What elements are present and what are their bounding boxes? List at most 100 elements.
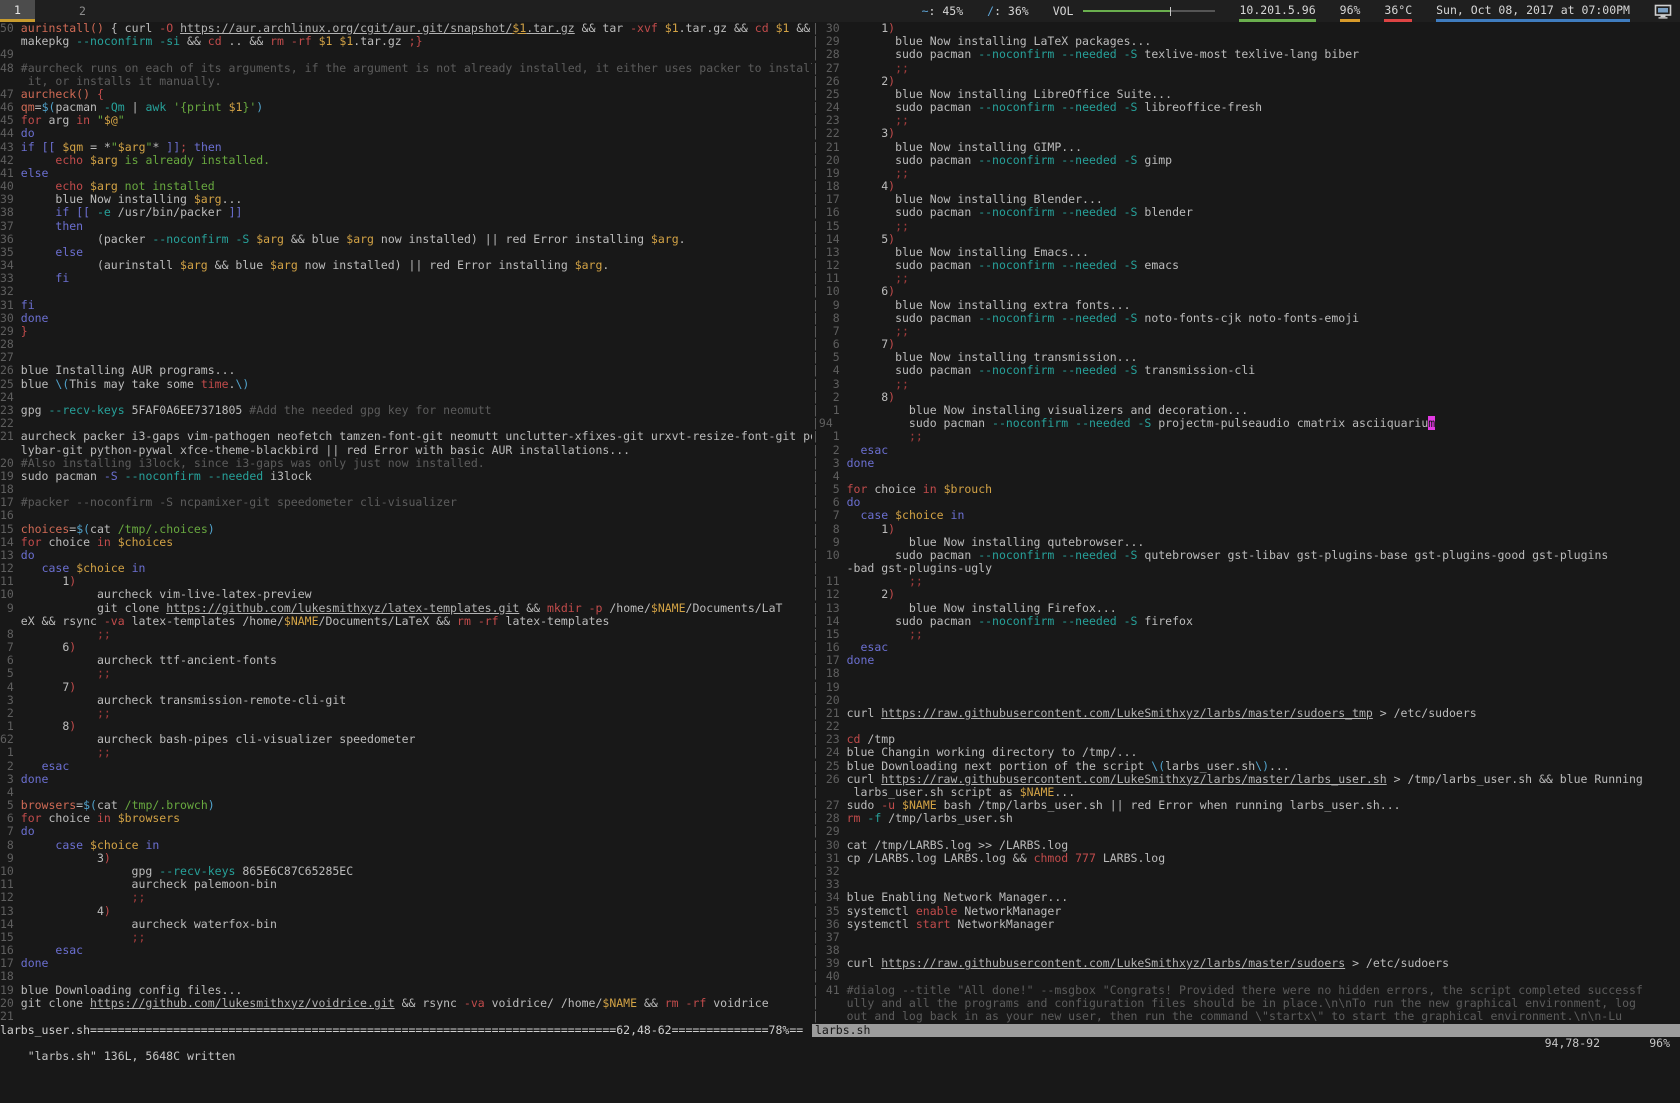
statusline-inactive-larbs-user[interactable]: larbs_user.sh===========================… (0, 1024, 812, 1037)
code-row[interactable]: 62 aurcheck bash-pipes cli-visualizer sp… (0, 733, 812, 746)
line-number: 17 (0, 956, 21, 970)
editor-pane-larbs[interactable]: | 30 1)| 29 blue Now installing LaTeX pa… (812, 22, 1680, 1024)
code-row[interactable]: 14 for choice in $choices (0, 536, 812, 549)
line-number: 10 (0, 587, 21, 601)
code-row[interactable]: | 22 (812, 720, 1680, 733)
code-row[interactable]: | 8 sudo pacman --noconfirm --needed -S … (812, 312, 1680, 325)
code-row[interactable]: 12 ;; (0, 891, 812, 904)
code-row[interactable]: | 27 ;; (812, 62, 1680, 75)
code-row[interactable]: | 19 ;; (812, 167, 1680, 180)
line-number: 38 (0, 205, 21, 219)
code-row[interactable]: 28 (0, 338, 812, 351)
code-row[interactable]: | 12 sudo pacman --noconfirm --needed -S… (812, 259, 1680, 272)
code-row[interactable]: | out and log back in as your new user, … (812, 1010, 1680, 1023)
code-row[interactable]: 12 case $choice in (0, 562, 812, 575)
code-row[interactable]: | 4 sudo pacman --noconfirm --needed -S … (812, 364, 1680, 377)
tray-monitor-icon[interactable] (1654, 0, 1672, 22)
code-row[interactable]: | 31 cp /LARBS.log LARBS.log && chmod 77… (812, 852, 1680, 865)
code-row[interactable]: 1 ;; (0, 746, 812, 759)
code-row[interactable]: 6 for choice in $browsers (0, 812, 812, 825)
line-number (0, 614, 21, 628)
ip-address: 10.201.5.96 (1239, 3, 1315, 17)
code-row[interactable]: 6 aurcheck ttf-ancient-fonts (0, 654, 812, 667)
code-row[interactable]: | 11 ;; (812, 272, 1680, 285)
code-row[interactable]: 17 #packer --noconfirm -S ncpamixer-git … (0, 496, 812, 509)
code-row[interactable]: | 3 ;; (812, 378, 1680, 391)
code-row[interactable]: | 37 (812, 931, 1680, 944)
code-row[interactable]: | 3 done (812, 457, 1680, 470)
line-number: 5 (0, 798, 21, 812)
code-row[interactable]: | 15 ;; (812, 628, 1680, 641)
line-number: 31 (0, 298, 21, 312)
code-row[interactable]: 42 echo $arg is already installed. (0, 154, 812, 167)
code-row[interactable]: | 28 rm -f /tmp/larbs_user.sh (812, 812, 1680, 825)
code-row[interactable]: | 1 ;; (812, 430, 1680, 443)
code-row[interactable]: | 20 sudo pacman --noconfirm --needed -S… (812, 154, 1680, 167)
code-row[interactable]: | 7 case $choice in (812, 509, 1680, 522)
code-row[interactable]: | 16 esac (812, 641, 1680, 654)
code-row[interactable]: 31 fi (0, 299, 812, 312)
code-row[interactable]: 19 sudo pacman -S --noconfirm --needed i… (0, 470, 812, 483)
volume-slider[interactable] (1083, 7, 1215, 16)
code-row[interactable]: | 5 for choice in $brouch (812, 483, 1680, 496)
code-row[interactable]: 15 ;; (0, 931, 812, 944)
statusline-active-larbs[interactable]: larbs.sh (812, 1024, 1680, 1037)
code-row[interactable]: 45 for arg in "$@" (0, 114, 812, 127)
code-row[interactable]: 2 esac (0, 760, 812, 773)
code-row[interactable]: 25 blue \(This may take some time.\) (0, 378, 812, 391)
code-row[interactable]: | 7 ;; (812, 325, 1680, 338)
statusline-filename: larbs.sh (815, 1023, 870, 1037)
line-number: 6 (0, 653, 21, 667)
code-row[interactable]: 16 esac (0, 944, 812, 957)
code-row[interactable]: 17 done (0, 957, 812, 970)
code-row[interactable]: 32 (0, 285, 812, 298)
code-row[interactable]: | 17 done (812, 654, 1680, 667)
workspace-button-2[interactable]: 2 (65, 0, 100, 22)
line-number: | 20 (812, 693, 847, 707)
code-row[interactable]: 8 case $choice in (0, 839, 812, 852)
code-row[interactable]: 23 gpg --recv-keys 5FAF0A6EE7371805 #Add… (0, 404, 812, 417)
editor-pane-larbs-user[interactable]: 50 aurinstall() { curl -O https://aur.ar… (0, 22, 812, 1024)
code-row[interactable]: | 19 (812, 681, 1680, 694)
code-row[interactable]: | 32 (812, 865, 1680, 878)
code-row[interactable]: 3 aurcheck transmission-remote-cli-git (0, 694, 812, 707)
code-row[interactable]: | -bad gst-plugins-ugly (812, 562, 1680, 575)
line-number: 12 (0, 890, 21, 904)
code-row[interactable]: 2 ;; (0, 707, 812, 720)
workspace-button-1[interactable]: 1 (0, 0, 35, 22)
code-row[interactable]: |94 sudo pacman --noconfirm --needed -S … (812, 417, 1680, 430)
code-row[interactable]: | 24 sudo pacman --noconfirm --needed -S… (812, 101, 1680, 114)
vim-statusline-row: larbs_user.sh===========================… (0, 1024, 1680, 1037)
line-number: | 39 (812, 956, 847, 970)
code-row[interactable]: 33 fi (0, 272, 812, 285)
line-number: 16 (0, 508, 21, 522)
code-row[interactable]: 30 done (0, 312, 812, 325)
code-row[interactable]: | 16 sudo pacman --noconfirm --needed -S… (812, 206, 1680, 219)
code-row[interactable]: | 15 ;; (812, 220, 1680, 233)
code-row[interactable]: | 21 curl https://raw.githubusercontent.… (812, 707, 1680, 720)
code-row[interactable]: 34 (aurinstall $arg && blue $arg now ins… (0, 259, 812, 272)
code-row[interactable]: | 18 (812, 667, 1680, 680)
code-row[interactable]: | 28 sudo pacman --noconfirm --needed -S… (812, 48, 1680, 61)
code-row[interactable]: | 39 curl https://raw.githubusercontent.… (812, 957, 1680, 970)
code-row[interactable]: | 11 ;; (812, 575, 1680, 588)
code-row[interactable]: it, or installs it manually. (0, 75, 812, 88)
code-row[interactable]: 20 git clone https://github.com/lukesmit… (0, 997, 812, 1010)
code-row[interactable]: 5 ;; (0, 667, 812, 680)
code-row[interactable]: 29 } (0, 325, 812, 338)
code-row[interactable]: 8 ;; (0, 628, 812, 641)
code-row[interactable]: eX && rsync -va latex-templates /home/$N… (0, 615, 812, 628)
code-row[interactable]: | 2 esac (812, 444, 1680, 457)
code-row[interactable]: 38 if [[ -e /usr/bin/packer ]] (0, 206, 812, 219)
line-number: | 10 (812, 284, 847, 298)
code-row[interactable]: | 23 ;; (812, 114, 1680, 127)
code-row[interactable]: | 14 sudo pacman --noconfirm --needed -S… (812, 615, 1680, 628)
temperature-value: 36°C (1384, 3, 1412, 17)
code-row[interactable]: makepkg --noconfirm -si && cd .. && rm -… (0, 35, 812, 48)
code-row[interactable]: 3 done (0, 773, 812, 786)
statusline-fill: ============== (672, 1024, 769, 1037)
code-row[interactable]: 21 (0, 1010, 812, 1023)
line-number: | 24 (812, 745, 847, 759)
code-row[interactable]: | 36 systemctl start NetworkManager (812, 918, 1680, 931)
code-row[interactable]: 36 (packer --noconfirm -S $arg && blue $… (0, 233, 812, 246)
